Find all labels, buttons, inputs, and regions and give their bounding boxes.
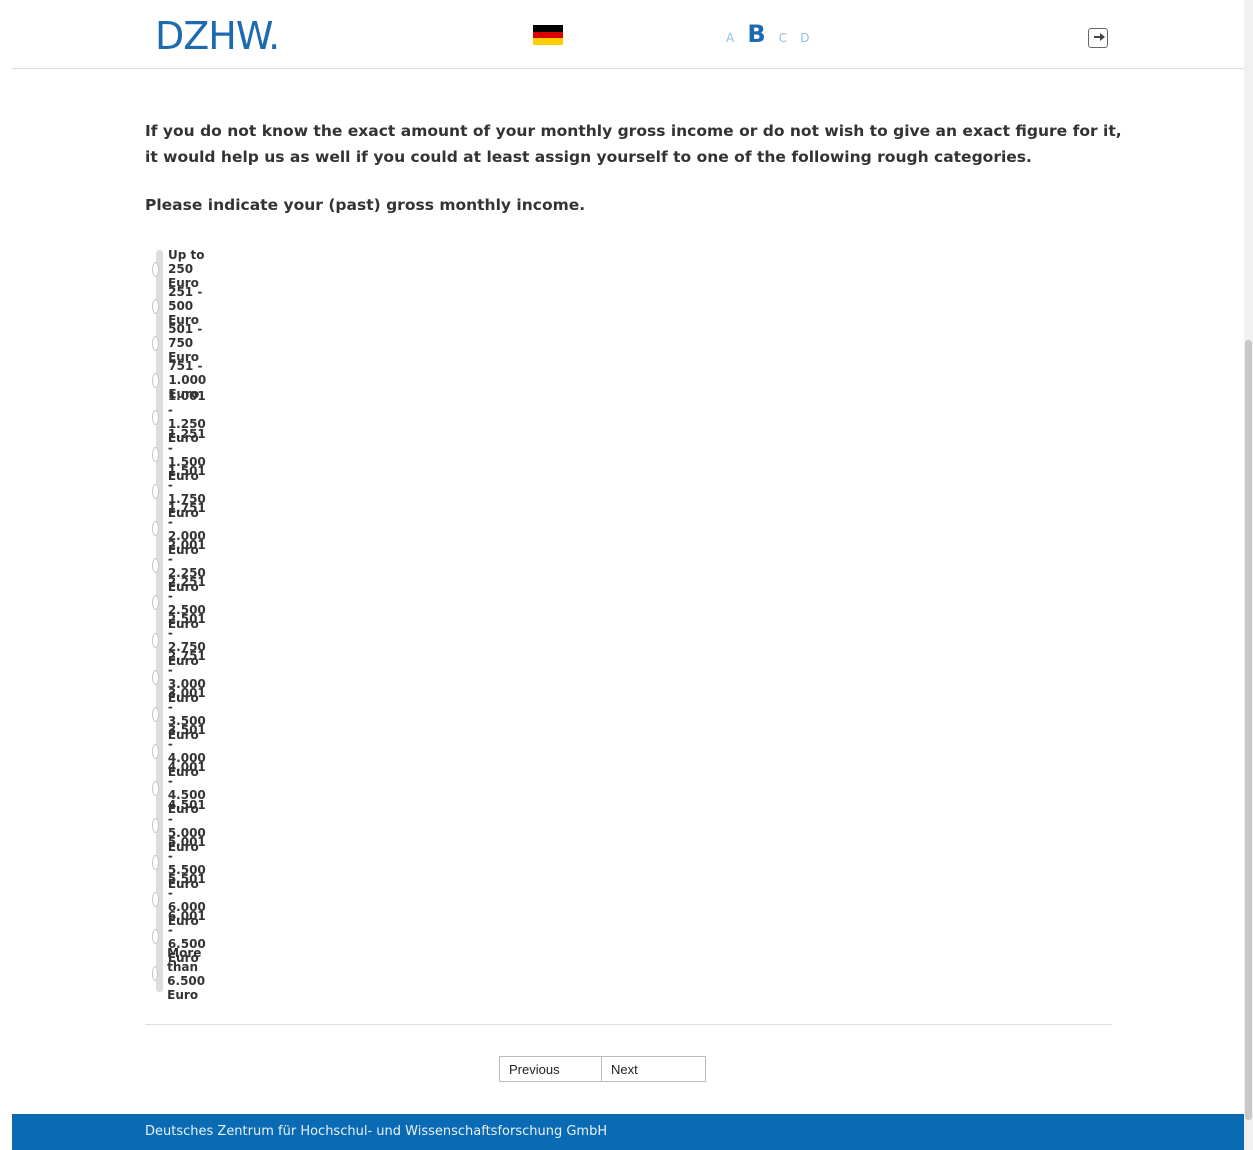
income-option[interactable]: 3.501 - 4.000 Euro	[152, 723, 214, 779]
header-bar: DZHW. A B C D	[12, 0, 1244, 69]
income-option[interactable]: 4.501 - 5.000 Euro	[152, 798, 214, 854]
footer-text: Deutsches Zentrum für Hochschul- und Wis…	[145, 1124, 608, 1139]
font-size-selector: A B C D	[726, 20, 817, 48]
income-option[interactable]: 6.001 - 6.500 Euro	[152, 909, 214, 965]
income-option[interactable]: 1.501 - 1.750 Euro	[152, 464, 214, 520]
radio-button[interactable]	[152, 595, 159, 611]
income-option[interactable]: 2.001 - 2.250 Euro	[152, 538, 214, 594]
radio-button[interactable]	[152, 447, 159, 462]
previous-button[interactable]: Previous	[499, 1056, 602, 1082]
radio-button[interactable]	[152, 261, 160, 277]
income-option[interactable]: 501 - 750 Euro	[152, 322, 207, 364]
income-option[interactable]: 2.751 - 3.000 Euro	[152, 649, 214, 705]
logout-icon[interactable]	[1088, 28, 1108, 48]
income-option[interactable]: 5.501 - 6.000 Euro	[152, 872, 214, 928]
page: DZHW. A B C D If you do not know the exa…	[12, 0, 1244, 1150]
income-option[interactable]: More than 6.500 Euro	[152, 946, 214, 1002]
radio-button[interactable]	[152, 409, 159, 425]
next-button[interactable]: Next	[602, 1056, 706, 1082]
radio-button[interactable]	[152, 372, 160, 388]
radio-button[interactable]	[152, 743, 159, 759]
option-label[interactable]: 251 - 500 Euro	[168, 285, 207, 327]
income-option[interactable]: 1.751 - 2.000 Euro	[152, 501, 214, 557]
income-option[interactable]: 3.001 - 3.500 Euro	[152, 686, 214, 742]
income-option[interactable]: 1.001 - 1.250 Euro	[152, 389, 214, 445]
radio-button[interactable]	[152, 929, 159, 945]
scrollbar-thumb[interactable]	[1245, 340, 1252, 1120]
radio-button[interactable]	[152, 966, 159, 982]
dzhw-logo[interactable]: DZHW.	[155, 14, 280, 58]
radio-button[interactable]	[152, 669, 159, 685]
radio-button[interactable]	[152, 558, 159, 574]
radio-button[interactable]	[152, 484, 159, 500]
income-option[interactable]: 2.501 - 2.750 Euro	[152, 612, 214, 668]
font-size-d[interactable]: D	[800, 31, 809, 45]
income-option[interactable]: 751 - 1.000 Euro	[152, 359, 214, 401]
option-label[interactable]: 501 - 750 Euro	[168, 322, 207, 364]
divider	[145, 1024, 1112, 1025]
income-option[interactable]: Up to 250 Euro	[152, 248, 207, 290]
font-size-a[interactable]: A	[726, 31, 734, 45]
radio-button[interactable]	[152, 780, 159, 796]
income-option[interactable]: 251 - 500 Euro	[152, 285, 207, 327]
question-text: If you do not know the exact amount of y…	[145, 122, 1122, 166]
income-option[interactable]: 2.251 - 2.500 Euro	[152, 575, 214, 631]
radio-button[interactable]	[152, 335, 160, 351]
font-size-c[interactable]: C	[779, 31, 787, 45]
radio-button[interactable]	[152, 818, 159, 833]
scrollbar[interactable]	[1244, 0, 1253, 1150]
question-instruction: Please indicate your (past) gross monthl…	[145, 196, 586, 214]
radio-button[interactable]	[152, 632, 159, 648]
german-flag-icon[interactable]	[533, 25, 563, 45]
navigation: Previous Next	[499, 1056, 706, 1082]
radio-button[interactable]	[152, 855, 159, 871]
radio-button[interactable]	[152, 521, 159, 537]
radio-button[interactable]	[152, 706, 159, 722]
income-option[interactable]: 5.001 - 5.500 Euro	[152, 835, 214, 891]
option-label[interactable]: Up to 250 Euro	[168, 248, 207, 290]
footer: Deutsches Zentrum für Hochschul- und Wis…	[12, 1114, 1244, 1150]
income-option[interactable]: 1.251 - 1.500 Euro	[152, 427, 214, 483]
radio-button[interactable]	[152, 892, 159, 908]
radio-button[interactable]	[152, 298, 160, 314]
option-label[interactable]: More than 6.500 Euro	[167, 946, 214, 1002]
options-rail	[156, 250, 163, 992]
income-option[interactable]: 4.001 - 4.500 Euro	[152, 760, 214, 816]
font-size-b[interactable]: B	[747, 20, 765, 48]
